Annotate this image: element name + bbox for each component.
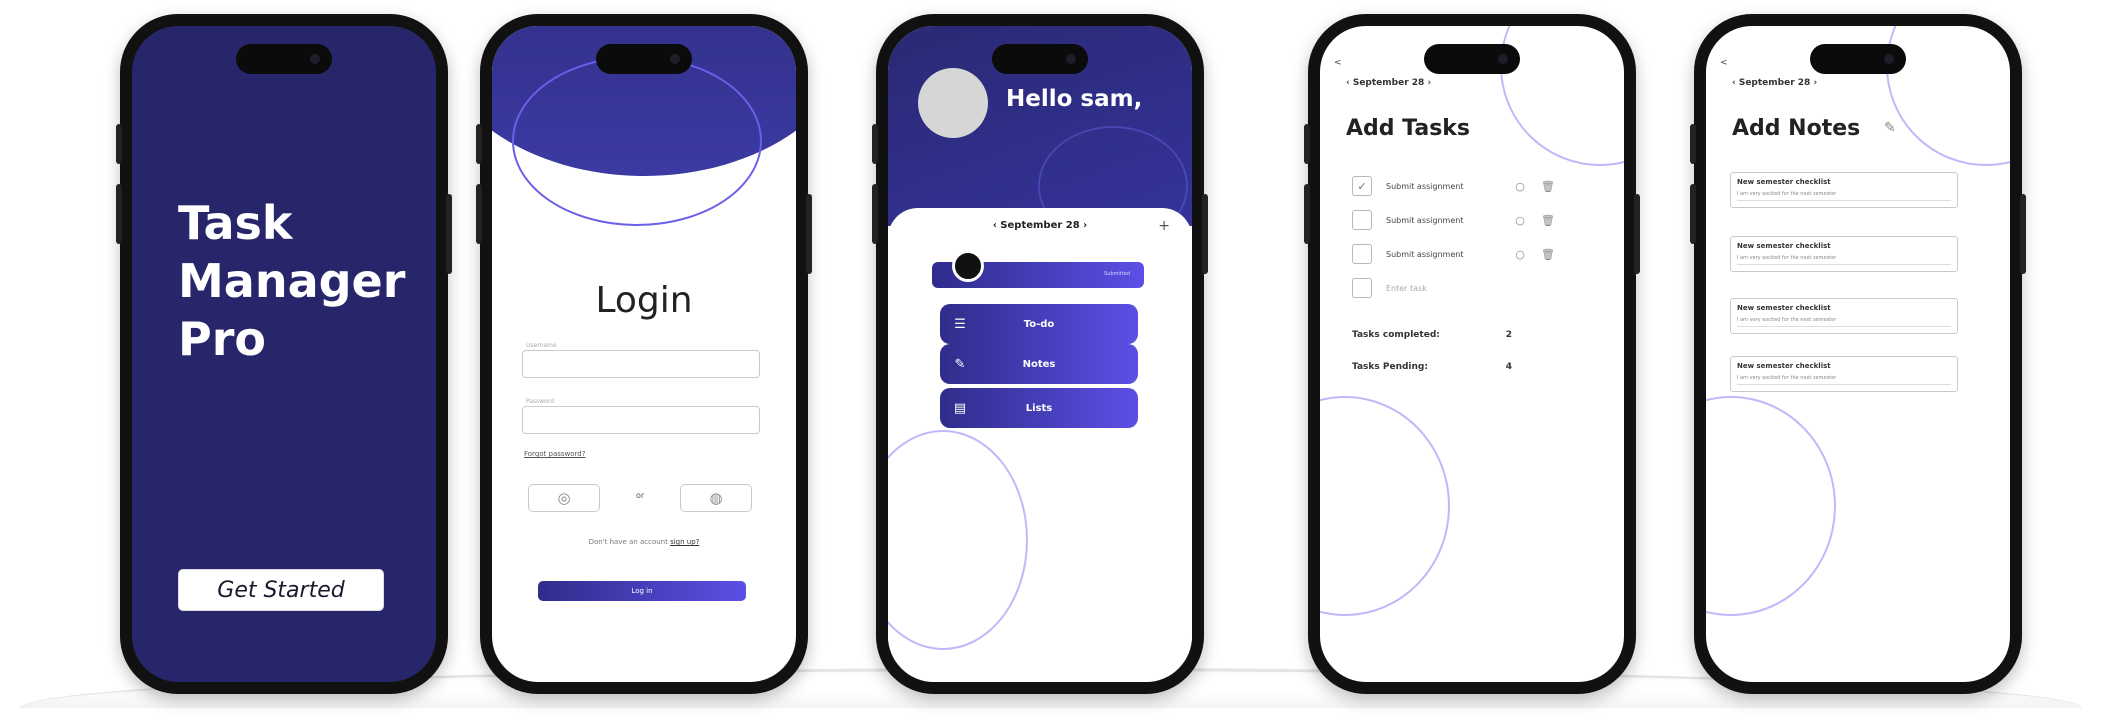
social-login-button[interactable]: ◍ bbox=[680, 484, 752, 512]
date-selector[interactable]: ‹ September 28 › bbox=[1732, 78, 1817, 88]
signup-prompt: Don't have an account sign up? bbox=[588, 538, 700, 546]
dynamic-island bbox=[992, 44, 1088, 74]
tasks-pending-row: Tasks Pending: 4 bbox=[1352, 362, 1512, 372]
phone-tasks: < ‹ September 28 › Add Tasks ✓ Submit as… bbox=[1304, 14, 1640, 694]
phone-notes: < ‹ September 28 › Add Notes ✎ New semes… bbox=[1690, 14, 2026, 694]
task-row: Submit assignment ○ 🗑 bbox=[1352, 242, 1602, 266]
dynamic-island bbox=[236, 44, 332, 74]
task-checkbox[interactable] bbox=[1352, 244, 1372, 264]
pencil-icon[interactable]: ✎ bbox=[1884, 120, 1896, 136]
phone-dashboard: Hello sam, ‹ September 28 › + Submitted … bbox=[872, 14, 1208, 694]
google-icon: ◎ bbox=[557, 489, 571, 507]
phone-splash: Task Manager Pro Get Started bbox=[116, 14, 452, 694]
signup-link[interactable]: sign up? bbox=[670, 538, 699, 546]
task-row: Submit assignment ○ 🗑 bbox=[1352, 208, 1602, 232]
date-selector[interactable]: ‹ September 28 › bbox=[1346, 78, 1431, 88]
note-card[interactable]: New semester checklist I am very excited… bbox=[1730, 172, 1958, 208]
progress-label: Submitted bbox=[1104, 271, 1130, 277]
avatar[interactable] bbox=[918, 68, 988, 138]
trash-icon[interactable]: 🗑 bbox=[1534, 248, 1562, 261]
login-title: Login bbox=[595, 280, 693, 321]
back-button[interactable]: < bbox=[1720, 58, 1728, 68]
tasks-screen: < ‹ September 28 › Add Tasks ✓ Submit as… bbox=[1320, 26, 1624, 682]
login-screen: Login Username Password Forgot password?… bbox=[492, 26, 796, 682]
back-button[interactable]: < bbox=[1334, 58, 1342, 68]
dashboard-card: ‹ September 28 › + Submitted ☰ To-do ✎ N… bbox=[888, 208, 1192, 682]
login-button[interactable]: Log in bbox=[538, 581, 746, 601]
task-checkbox[interactable]: ✓ bbox=[1352, 176, 1372, 196]
tasks-completed-row: Tasks completed: 2 bbox=[1352, 330, 1512, 340]
task-checkbox[interactable] bbox=[1352, 210, 1372, 230]
trash-icon[interactable]: 🗑 bbox=[1534, 180, 1562, 193]
or-divider: or bbox=[636, 491, 645, 500]
bell-icon[interactable]: ○ bbox=[1506, 248, 1534, 261]
google-login-button[interactable]: ◎ bbox=[528, 484, 600, 512]
dynamic-island bbox=[596, 44, 692, 74]
decorative-ring bbox=[512, 56, 762, 226]
add-button[interactable]: + bbox=[1158, 218, 1170, 234]
trash-icon[interactable]: 🗑 bbox=[1534, 214, 1562, 227]
date-selector[interactable]: ‹ September 28 › bbox=[888, 220, 1192, 231]
get-started-button[interactable]: Get Started bbox=[178, 569, 384, 611]
task-row: ✓ Submit assignment ○ 🗑 bbox=[1352, 174, 1602, 198]
dynamic-island bbox=[1810, 44, 1906, 74]
todo-button[interactable]: ☰ To-do bbox=[940, 304, 1138, 344]
forgot-password-link[interactable]: Forgot password? bbox=[524, 450, 585, 458]
document-icon: ▤ bbox=[953, 400, 967, 416]
username-label: Username bbox=[526, 342, 557, 349]
new-task-row: Enter task bbox=[1352, 276, 1602, 300]
phone-login: Login Username Password Forgot password?… bbox=[476, 14, 812, 694]
password-label: Password bbox=[526, 398, 555, 405]
notes-screen: < ‹ September 28 › Add Notes ✎ New semes… bbox=[1706, 26, 2010, 682]
note-card[interactable]: New semester checklist I am very excited… bbox=[1730, 236, 1958, 272]
bell-icon[interactable]: ○ bbox=[1506, 214, 1534, 227]
note-card[interactable]: New semester checklist I am very excited… bbox=[1730, 356, 1958, 392]
new-task-input[interactable]: Enter task bbox=[1386, 284, 1506, 293]
greeting: Hello sam, bbox=[1006, 86, 1143, 112]
app-title: Task Manager Pro bbox=[178, 196, 406, 366]
task-checkbox[interactable] bbox=[1352, 278, 1372, 298]
pencil-icon: ✎ bbox=[954, 356, 966, 372]
globe-icon: ◍ bbox=[709, 489, 723, 507]
page-title: Add Tasks bbox=[1346, 116, 1471, 141]
page-title: Add Notes bbox=[1732, 116, 1861, 141]
lists-button[interactable]: ▤ Lists bbox=[940, 388, 1138, 428]
bell-icon[interactable]: ○ bbox=[1506, 180, 1534, 193]
notes-button[interactable]: ✎ Notes bbox=[940, 344, 1138, 384]
progress-handle[interactable] bbox=[952, 250, 984, 282]
username-input[interactable] bbox=[522, 350, 760, 378]
note-card[interactable]: New semester checklist I am very excited… bbox=[1730, 298, 1958, 334]
password-input[interactable] bbox=[522, 406, 760, 434]
dashboard-screen: Hello sam, ‹ September 28 › + Submitted … bbox=[888, 26, 1192, 682]
dynamic-island bbox=[1424, 44, 1520, 74]
list-icon: ☰ bbox=[954, 316, 966, 332]
splash-screen: Task Manager Pro Get Started bbox=[132, 26, 436, 682]
